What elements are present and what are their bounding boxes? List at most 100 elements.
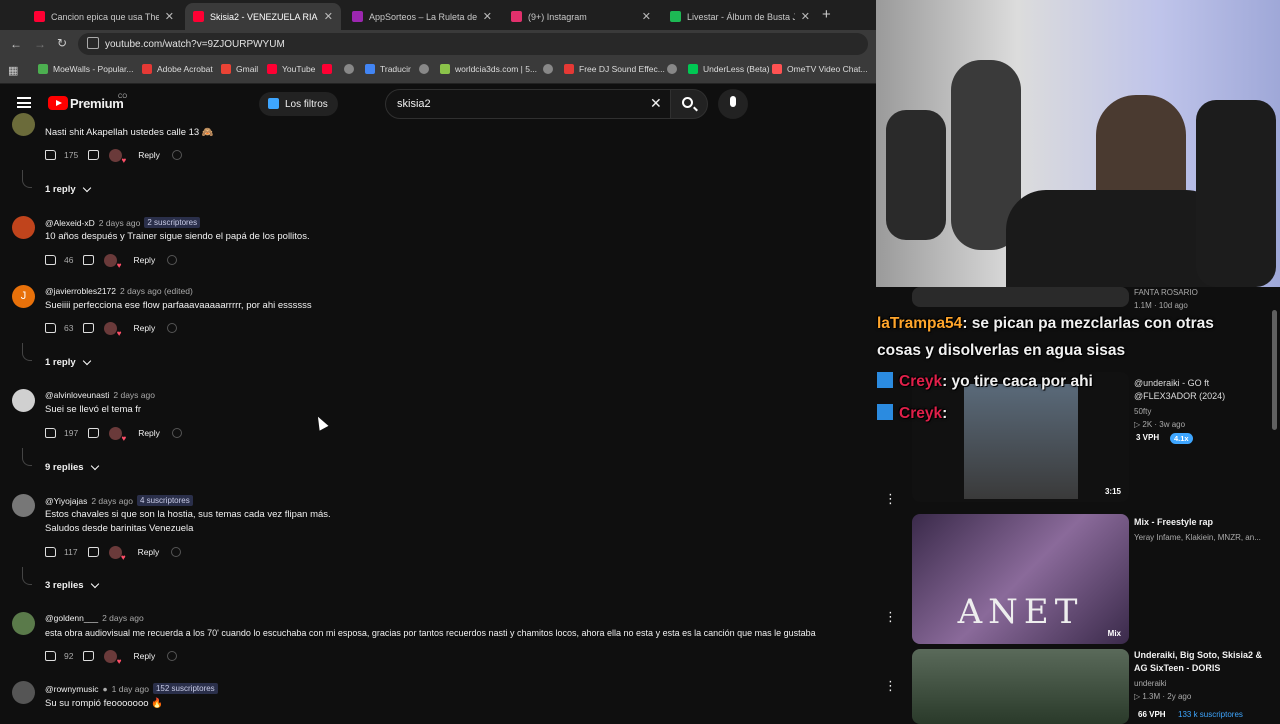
bookmark-globe-icon[interactable] (344, 64, 359, 74)
like-icon[interactable] (45, 547, 56, 557)
bookmark-globe-icon[interactable] (667, 64, 682, 74)
like-icon[interactable] (45, 428, 56, 438)
comment-time[interactable]: 2 days ago (113, 390, 155, 400)
bookmark-item[interactable]: Traducir (365, 64, 411, 74)
avatar[interactable] (12, 612, 35, 635)
video-title[interactable]: Underaiki, Big Soto, Skisia2 & AG SixTee… (1134, 649, 1274, 675)
options-dot-icon[interactable] (171, 150, 182, 160)
bookmark-item[interactable]: worldcia3ds.com | 5... (440, 64, 537, 74)
video-channel[interactable]: FANTA ROSARIO (1134, 287, 1198, 299)
bookmark-item[interactable]: MoeWalls - Popular... (38, 64, 133, 74)
options-dot-icon[interactable] (167, 255, 178, 265)
video-channel[interactable]: underaiki (1134, 678, 1166, 690)
forward-arrow-icon[interactable]: → (34, 37, 46, 51)
avatar[interactable] (12, 216, 35, 239)
video-thumbnail[interactable] (912, 649, 1129, 724)
avatar[interactable] (12, 389, 35, 412)
browser-tab[interactable]: Livestar - Álbum de Busta JB! | Spotify✕ (662, 3, 818, 30)
like-icon[interactable] (45, 255, 56, 265)
more-options-icon[interactable]: ⋮ (884, 492, 897, 505)
comment-time[interactable]: 2 days ago (99, 218, 141, 228)
browser-tab[interactable]: (9+) Instagram ✕ (503, 3, 659, 30)
avatar[interactable] (12, 494, 35, 517)
view-replies-button[interactable]: 1 reply (45, 356, 91, 368)
reload-icon[interactable]: ↻ (57, 36, 67, 50)
bookmark-item[interactable]: Adobe Acrobat (142, 64, 213, 74)
apps-grid-icon[interactable]: ▦ (8, 64, 18, 77)
reply-button[interactable]: Reply (138, 428, 160, 438)
view-replies-button[interactable]: 1 reply (45, 183, 91, 195)
youtube-logo-icon[interactable] (48, 96, 68, 110)
options-dot-icon[interactable] (167, 323, 178, 333)
dislike-icon[interactable] (83, 255, 95, 265)
options-dot-icon[interactable] (167, 651, 178, 661)
view-replies-button[interactable]: 9 replies (45, 461, 99, 473)
like-icon[interactable] (45, 150, 56, 160)
bookmark-item[interactable]: OmeTV Video Chat... (772, 64, 868, 74)
close-tab-icon[interactable]: ✕ (165, 10, 174, 23)
like-icon[interactable] (45, 651, 56, 661)
avatar[interactable] (12, 113, 35, 136)
avatar[interactable]: J (12, 285, 35, 308)
video-channel[interactable]: 50fty (1134, 406, 1151, 418)
comment-time[interactable]: 2 days ago (edited) (120, 286, 193, 296)
reply-button[interactable]: Reply (138, 150, 160, 160)
close-tab-icon[interactable]: ✕ (483, 10, 492, 23)
dislike-icon[interactable] (88, 428, 100, 438)
bookmark-item[interactable]: Gmail (221, 64, 258, 74)
dislike-icon[interactable] (83, 323, 95, 333)
back-arrow-icon[interactable]: ← (10, 37, 22, 51)
video-title[interactable]: @underaiki - GO ft @FLEX3ADOR (2024) (1134, 377, 1274, 403)
reply-button[interactable]: Reply (133, 323, 155, 333)
comment-author[interactable]: @rownymusic (45, 684, 99, 694)
comment-author[interactable]: @Alexeid-xD (45, 218, 95, 228)
close-tab-icon[interactable]: ✕ (801, 10, 810, 23)
comment-time[interactable]: 2 days ago (102, 613, 144, 623)
search-input[interactable]: skisia2 (385, 89, 671, 119)
avatar[interactable] (12, 681, 35, 704)
dislike-icon[interactable] (83, 651, 95, 661)
url-text[interactable]: youtube.com/watch?v=9ZJOURPWYUM (78, 33, 868, 55)
bookmark-globe-icon[interactable] (543, 64, 558, 74)
comment-author[interactable]: @alvinloveunasti (45, 390, 109, 400)
comment-time[interactable]: 2 days ago (91, 496, 133, 506)
video-thumbnail[interactable] (912, 287, 1129, 307)
more-options-icon[interactable]: ⋮ (884, 610, 897, 623)
comment-author[interactable]: @Yiyojajas (45, 496, 87, 506)
chat-username: Creyk (899, 373, 943, 390)
reply-button[interactable]: Reply (138, 547, 160, 557)
youtube-premium-wordmark[interactable]: Premium (70, 96, 124, 111)
reply-button[interactable]: Reply (133, 255, 155, 265)
bookmark-item[interactable] (322, 64, 337, 74)
view-replies-button[interactable]: 3 replies (45, 579, 99, 591)
hamburger-menu-icon[interactable] (17, 97, 31, 108)
reply-button[interactable]: Reply (133, 651, 155, 661)
close-tab-icon[interactable]: ✕ (642, 10, 651, 23)
comment-time[interactable]: 1 day ago (112, 684, 149, 694)
browser-tab-active[interactable]: Skisia2 - VENEZUELA RIAL NASTI✕ (185, 3, 341, 30)
like-count: 46 (64, 255, 74, 265)
comment-author[interactable]: @javierrobles2172 (45, 286, 116, 296)
scrollbar[interactable] (1272, 310, 1277, 430)
bookmark-globe-icon[interactable] (419, 64, 434, 74)
video-thumbnail[interactable]: ANET Mix (912, 514, 1129, 644)
bookmark-item[interactable]: YouTube (267, 64, 315, 74)
comment-author[interactable]: @goldenn___ (45, 613, 98, 623)
like-icon[interactable] (45, 323, 56, 333)
address-bar[interactable]: youtube.com/watch?v=9ZJOURPWYUM (78, 33, 868, 55)
dislike-icon[interactable] (87, 547, 99, 557)
browser-tab[interactable]: Cancion epica que usa TheGrefg✕ (26, 3, 182, 30)
bookmark-item[interactable]: Free DJ Sound Effec... (564, 64, 665, 74)
dislike-icon[interactable] (88, 150, 100, 160)
options-dot-icon[interactable] (171, 547, 182, 557)
bookmark-item[interactable]: UnderLess (Beta) (688, 64, 770, 74)
new-tab-button[interactable]: + (822, 6, 831, 23)
site-info-icon[interactable] (87, 37, 99, 49)
options-dot-icon[interactable] (171, 428, 182, 438)
video-channel[interactable]: Yeray Infame, Klakiein, MNZR, an... (1134, 532, 1261, 544)
browser-tab[interactable]: AppSorteos – La Ruleta de la Suerte✕ (344, 3, 500, 30)
video-title[interactable]: Mix - Freestyle rap (1134, 516, 1274, 529)
more-options-icon[interactable]: ⋮ (884, 679, 897, 692)
clear-search-icon[interactable]: ✕ (650, 95, 662, 112)
close-tab-icon[interactable]: ✕ (324, 10, 333, 23)
